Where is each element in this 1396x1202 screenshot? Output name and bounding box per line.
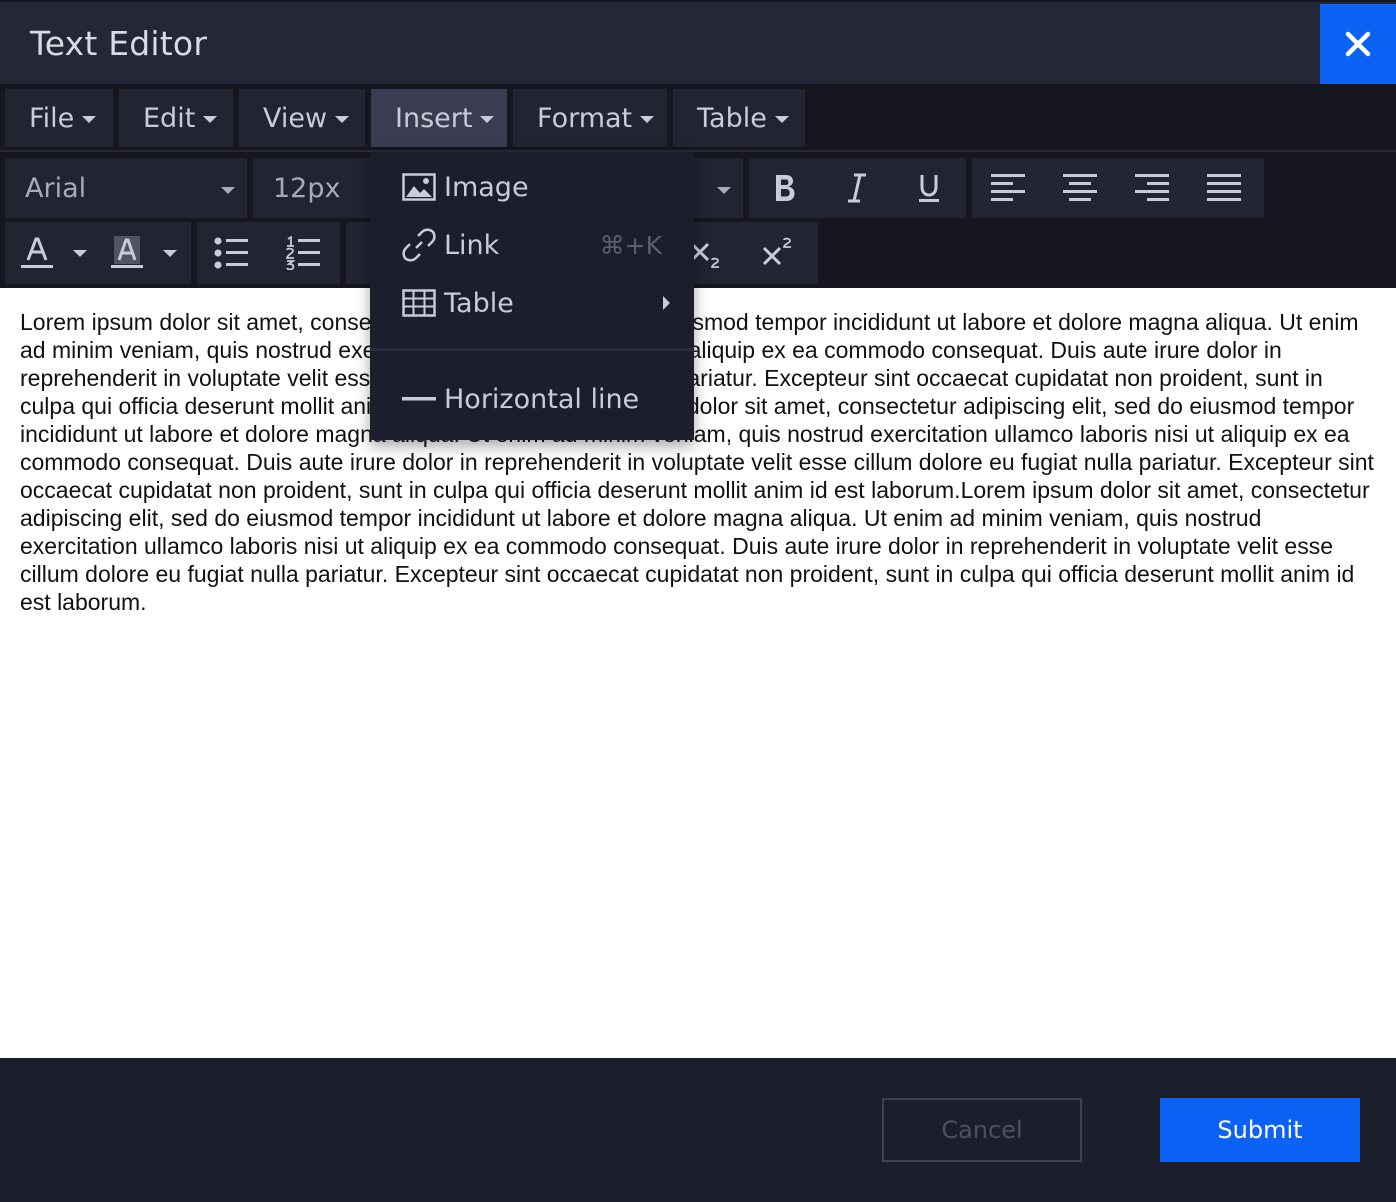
close-icon [1345,31,1371,57]
menu-item-horizontal-line-label: Horizontal line [444,383,640,415]
chevron-down-icon [335,115,350,123]
menu-item-link-shortcut: ⌘+K [599,230,662,260]
menu-table-label: Table [697,102,767,134]
align-center-icon [1063,174,1097,201]
menu-item-horizontal-line[interactable]: Horizontal line [370,370,694,428]
alignment-group [972,158,1264,218]
title-bar: Text Editor [0,0,1396,84]
numbered-list-icon [286,236,320,270]
bulleted-list-button[interactable] [205,230,257,276]
menu-format[interactable]: Format [513,89,667,147]
underline-button[interactable] [903,164,955,212]
menu-view[interactable]: View [239,89,365,147]
align-left-button[interactable] [982,164,1034,212]
menu-table[interactable]: Table [673,89,805,147]
italic-button[interactable] [831,164,883,212]
menu-bar: File Edit View Insert Format Table [0,84,1396,152]
menu-edit-label: Edit [143,102,196,134]
chevron-right-icon [663,296,670,310]
align-right-icon [1135,174,1169,201]
font-family-select[interactable]: Arial [5,158,247,218]
chevron-down-icon [221,187,235,194]
superscript-icon [762,237,791,266]
link-icon [402,228,436,262]
underline-icon [919,175,939,202]
menu-item-link-label: Link [444,229,500,261]
menu-insert-label: Insert [395,102,473,134]
italic-icon [848,173,866,203]
align-left-icon [991,174,1025,201]
align-justify-icon [1207,174,1241,201]
align-justify-button[interactable] [1198,164,1250,212]
menu-view-label: View [263,102,328,134]
submit-button[interactable]: Submit [1160,1098,1360,1162]
numbered-list-button[interactable] [277,230,329,276]
menu-item-link[interactable]: Link ⌘+K [370,216,694,274]
font-color-icon [21,237,53,268]
close-button[interactable] [1320,4,1396,84]
highlight-color-dropdown[interactable] [155,230,185,276]
menu-item-image-label: Image [444,171,529,203]
highlight-color-icon [111,236,143,268]
font-size-value: 12px [273,173,341,204]
insert-dropdown-menu: Image Link ⌘+K Table Horizontal line [370,152,694,440]
footer: Cancel Submit [0,1058,1396,1202]
toolbar: Arial 12px [0,152,1396,288]
text-style-group [749,158,966,218]
align-center-button[interactable] [1054,164,1106,212]
table-grid-icon [402,286,436,320]
font-color-button[interactable] [13,230,61,276]
align-right-button[interactable] [1126,164,1178,212]
menu-item-table-label: Table [444,287,514,319]
window-title: Text Editor [30,24,208,63]
chevron-down-icon [203,115,218,123]
horizontal-line-icon [402,382,436,416]
menu-file[interactable]: File [5,89,113,147]
font-color-dropdown[interactable] [65,230,95,276]
menu-divider [370,348,694,351]
chevron-down-icon [73,249,87,257]
superscript-button[interactable] [752,230,804,276]
chevron-down-icon [640,115,655,123]
bold-button[interactable] [759,164,811,212]
cancel-button[interactable]: Cancel [882,1098,1082,1162]
subscript-icon [690,242,719,268]
menu-insert[interactable]: Insert [371,89,507,147]
chevron-down-icon [717,187,731,194]
menu-item-table[interactable]: Table [370,274,694,332]
editor-area[interactable]: Lorem ipsum dolor sit amet, consectetur … [0,288,1396,1058]
highlight-color-button[interactable] [103,230,151,276]
list-group [197,222,340,284]
bold-icon [776,175,795,201]
menu-file-label: File [29,102,75,134]
chevron-down-icon [163,249,177,257]
editor-text[interactable]: Lorem ipsum dolor sit amet, consectetur … [20,308,1384,616]
bulleted-list-icon [214,237,248,269]
image-icon [402,170,436,204]
font-family-value: Arial [25,173,87,204]
chevron-down-icon [480,115,495,123]
menu-item-image[interactable]: Image [370,158,694,216]
color-group [5,222,191,284]
menu-edit[interactable]: Edit [119,89,233,147]
chevron-down-icon [774,115,789,123]
chevron-down-icon [82,115,97,123]
menu-format-label: Format [537,102,633,134]
